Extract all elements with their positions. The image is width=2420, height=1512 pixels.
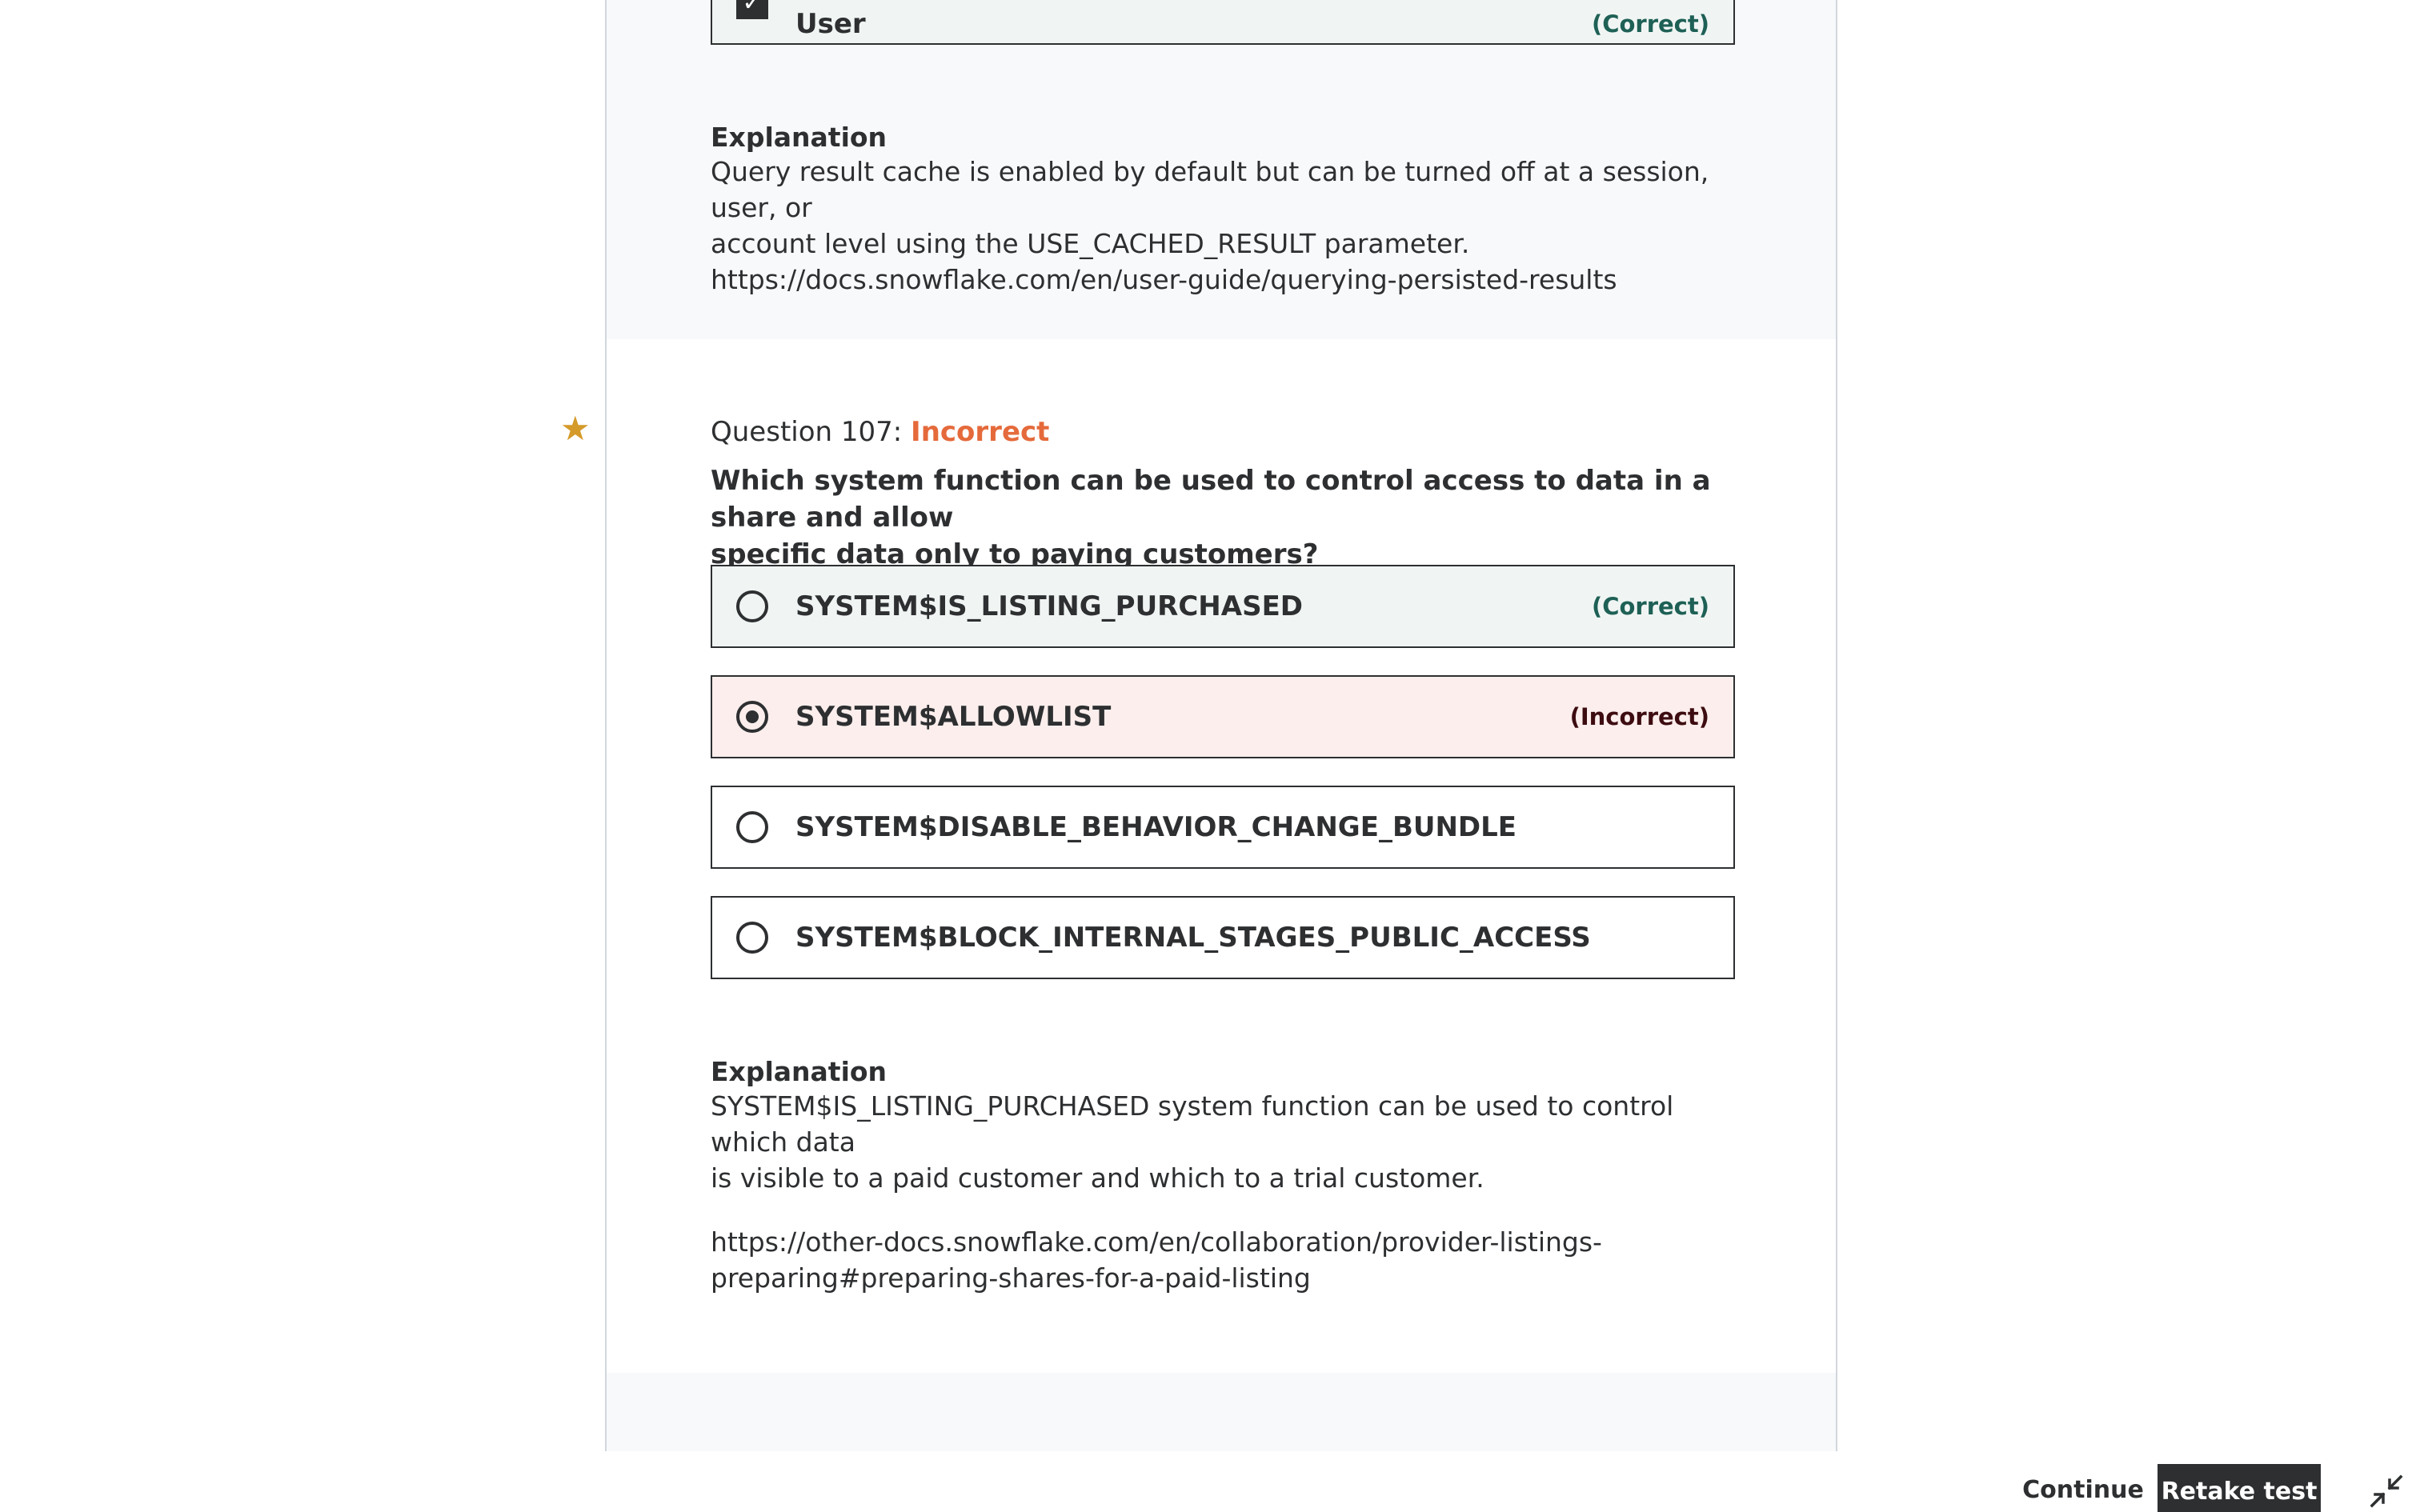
bookmark-star-icon[interactable]: ★ [560,412,591,446]
results-panel: ✓ User (Correct) Explanation Query resul… [605,0,1837,1451]
radio-unselected-icon[interactable] [736,922,768,954]
radio-unselected-icon[interactable] [736,811,768,843]
previous-question-section: ✓ User (Correct) Explanation Query resul… [607,0,1836,339]
answer-label: SYSTEM$DISABLE_BEHAVIOR_CHANGE_BUNDLE [795,811,1517,843]
answer-option-2[interactable]: SYSTEM$ALLOWLIST (Incorrect) [711,675,1735,758]
explanation-text: Query result cache is enabled by default… [711,154,1751,298]
viewport: ✓ User (Correct) Explanation Query resul… [0,0,2420,1512]
answer-option-4[interactable]: SYSTEM$BLOCK_INTERNAL_STAGES_PUBLIC_ACCE… [711,896,1735,979]
question-header: Question 107: Incorrect [711,416,1049,448]
answer-label: SYSTEM$BLOCK_INTERNAL_STAGES_PUBLIC_ACCE… [795,922,1591,954]
explanation-line: account level using the USE_CACHED_RESUL… [711,228,1470,259]
collapse-icon[interactable] [2369,1474,2404,1509]
answer-status-correct: (Correct) [1591,10,1709,38]
radio-selected-icon[interactable] [736,701,768,733]
question-number: Question 107: [711,416,912,448]
explanation-link[interactable]: https://other-docs.snowflake.com/en/coll… [711,1224,1751,1296]
checkbox-checked-icon[interactable]: ✓ [736,0,768,19]
continue-button[interactable]: Continue [2007,1464,2159,1512]
answer-status-correct: (Correct) [1591,593,1709,620]
retake-test-button[interactable]: Retake test [2158,1464,2321,1512]
explanation-link-line[interactable]: https://other-docs.snowflake.com/en/coll… [711,1224,1751,1260]
explanation-link-line[interactable]: preparing#preparing-shares-for-a-paid-li… [711,1260,1751,1296]
answer-label: SYSTEM$IS_LISTING_PURCHASED [795,590,1304,622]
answer-label: SYSTEM$ALLOWLIST [795,701,1112,733]
question-result-badge: Incorrect [911,416,1050,448]
answer-option-1[interactable]: SYSTEM$IS_LISTING_PURCHASED (Correct) [711,565,1735,648]
explanation-line: is visible to a paid customer and which … [711,1162,1484,1194]
answer-option-user[interactable]: ✓ User (Correct) [711,0,1735,45]
answer-status-incorrect: (Incorrect) [1569,703,1709,730]
answer-label: User [795,8,866,40]
next-question-section [607,1373,1836,1451]
question-line: Which system function can be used to con… [711,465,1711,534]
explanation-heading: Explanation [711,122,887,153]
explanation-link[interactable]: https://docs.snowflake.com/en/user-guide… [711,262,1751,298]
explanation-heading: Explanation [711,1056,887,1087]
question-text: Which system function can be used to con… [711,462,1751,573]
explanation-line: SYSTEM$IS_LISTING_PURCHASED system funct… [711,1090,1674,1158]
answer-option-3[interactable]: SYSTEM$DISABLE_BEHAVIOR_CHANGE_BUNDLE [711,786,1735,869]
explanation-text: SYSTEM$IS_LISTING_PURCHASED system funct… [711,1088,1751,1196]
radio-unselected-icon[interactable] [736,590,768,622]
explanation-line: Query result cache is enabled by default… [711,156,1709,223]
